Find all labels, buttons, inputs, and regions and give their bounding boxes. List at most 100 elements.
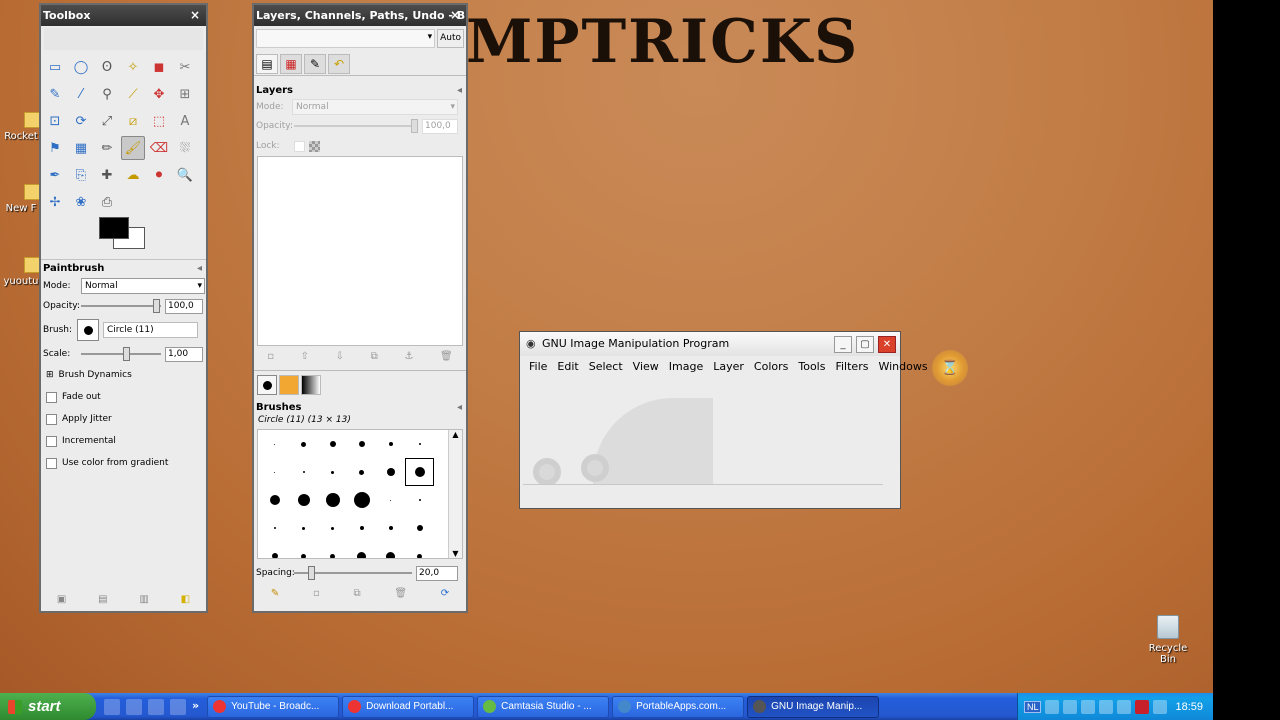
spacing-slider[interactable] [294, 566, 412, 580]
slider-knob[interactable] [123, 347, 130, 361]
close-icon[interactable]: × [448, 8, 462, 22]
opacity-slider[interactable] [81, 299, 161, 313]
apply-jitter-checkbox[interactable] [46, 413, 57, 425]
image-select[interactable] [256, 28, 436, 48]
bucket-fill-icon[interactable]: ⚑ [43, 136, 67, 160]
language-indicator[interactable]: NL [1023, 700, 1042, 713]
brush-preset[interactable] [318, 542, 347, 558]
taskbar-button[interactable]: Camtasia Studio - ... [477, 695, 610, 718]
tab-undo[interactable]: ↶ [328, 54, 350, 74]
menu-windows[interactable]: Windows [873, 360, 932, 373]
menu-edit[interactable]: Edit [552, 360, 583, 373]
tab-channels[interactable]: ▦ [280, 54, 302, 74]
menu-image[interactable]: Image [664, 360, 708, 373]
brush-preset[interactable] [260, 458, 289, 486]
brush-preset[interactable] [405, 430, 434, 458]
new-layer-icon[interactable]: ▫ [267, 351, 274, 362]
smudge-icon[interactable]: ☁ [121, 163, 145, 187]
new-brush-icon[interactable]: ▫ [313, 588, 320, 599]
perspective-icon[interactable]: ⬚ [147, 109, 171, 133]
edit-brush-icon[interactable]: ✎ [271, 588, 279, 599]
brush-preset[interactable] [260, 514, 289, 542]
brush-preset[interactable] [405, 458, 434, 486]
keyboard-icon[interactable] [1045, 699, 1060, 714]
media-icon[interactable] [170, 698, 186, 715]
color-select-icon[interactable]: ◼ [147, 55, 171, 79]
close-icon[interactable]: × [188, 8, 202, 22]
brush-preset[interactable] [376, 542, 405, 558]
brush-preset[interactable] [376, 458, 405, 486]
brush-preset[interactable] [318, 486, 347, 514]
menu-tools[interactable]: Tools [793, 360, 830, 373]
brush-preset[interactable] [405, 542, 434, 558]
zoom-icon[interactable]: ⚲ [95, 82, 119, 106]
gimp-titlebar[interactable]: ◉ GNU Image Manipulation Program _ ▢ ✕ [520, 332, 900, 356]
eraser-icon[interactable]: ⌫ [147, 136, 171, 160]
menu-view[interactable]: View [628, 360, 664, 373]
menu-filters[interactable]: Filters [830, 360, 873, 373]
auto-button[interactable]: Auto [437, 28, 464, 48]
lock-alpha-icon[interactable] [309, 140, 320, 152]
brush-preset[interactable] [289, 486, 318, 514]
ink-icon[interactable]: ✒ [43, 163, 67, 187]
slider-knob[interactable] [153, 299, 160, 313]
chrome-tray-icon[interactable] [1063, 699, 1078, 714]
security-icon[interactable] [1117, 699, 1132, 714]
brush-preset[interactable] [260, 486, 289, 514]
desktop-icon-rocket[interactable]: Rocket [0, 112, 44, 142]
duplicate-brush-icon[interactable]: ⧉ [353, 588, 360, 599]
brush-preset[interactable] [289, 542, 318, 558]
save-preset-icon[interactable]: ▣ [57, 594, 66, 605]
move-icon[interactable]: ✥ [147, 82, 171, 106]
brush-preset[interactable] [318, 514, 347, 542]
layers-dock-titlebar[interactable]: Layers, Channels, Paths, Undo - Bru... × [254, 5, 466, 26]
measure-icon[interactable]: ⟋ [121, 82, 145, 106]
taskbar-button[interactable]: PortableApps.com... [612, 695, 745, 718]
brush-preset[interactable] [347, 430, 376, 458]
cage-icon[interactable]: ❀ [69, 190, 93, 214]
ie-icon[interactable] [126, 698, 142, 715]
flip-icon[interactable]: ✢ [43, 190, 67, 214]
minimize-button[interactable]: _ [834, 336, 852, 353]
brush-preset[interactable] [405, 486, 434, 514]
heal-icon[interactable]: ✚ [95, 163, 119, 187]
paintbrush-icon[interactable]: 🖌 [121, 136, 145, 160]
refresh-brushes-icon[interactable]: ⟳ [441, 588, 449, 599]
delete-brush-icon[interactable]: 🗑 [394, 588, 407, 599]
rect-select-icon[interactable]: ▭ [43, 55, 67, 79]
apply-jitter-option[interactable]: Apply Jitter [41, 408, 206, 430]
blend-icon[interactable]: ▦ [69, 136, 93, 160]
brush-preset[interactable] [289, 458, 318, 486]
lasso-icon[interactable]: ʘ [95, 55, 119, 79]
anchor-layer-icon[interactable]: ⚓ [404, 351, 413, 362]
brush-name-field[interactable]: Circle (11) [103, 322, 198, 338]
layer-opacity-spin[interactable]: 100,0 [422, 118, 458, 134]
desktop-icon-youtube[interactable]: yuoutu [0, 257, 44, 287]
brush-preset[interactable] [289, 430, 318, 458]
airbrush-icon[interactable]: ⛆ [173, 136, 197, 160]
delete-layer-icon[interactable]: 🗑 [440, 351, 453, 362]
shear-icon[interactable]: ⧄ [121, 109, 145, 133]
brush-preset[interactable] [260, 430, 289, 458]
brush-preset[interactable] [318, 458, 347, 486]
opacity-spin[interactable]: 100,0 [165, 298, 203, 314]
mode-select[interactable]: Normal [81, 278, 205, 294]
desktop-icon-new-folder[interactable]: New F [0, 184, 44, 214]
taskbar-button[interactable]: Download Portabl... [342, 695, 475, 718]
foreground-color-swatch[interactable] [99, 217, 129, 239]
brush-scrollbar[interactable]: ▲ ▼ [448, 430, 462, 558]
maximize-button[interactable]: ▢ [856, 336, 874, 353]
brush-preset[interactable] [289, 514, 318, 542]
brush-grid-panel[interactable]: ▲ ▼ [257, 429, 463, 559]
scroll-down-icon[interactable]: ▼ [449, 549, 462, 558]
brush-dynamics-expander[interactable]: ⊞ Brush Dynamics [41, 364, 206, 386]
lower-layer-icon[interactable]: ⇩ [336, 351, 344, 362]
brush-preset[interactable] [347, 458, 376, 486]
antivirus-icon[interactable] [1135, 699, 1150, 714]
menu-file[interactable]: File [524, 360, 552, 373]
volume-icon[interactable] [1099, 699, 1114, 714]
incremental-option[interactable]: Incremental [41, 430, 206, 452]
update-icon[interactable] [1153, 699, 1168, 714]
fade-out-option[interactable]: Fade out [41, 386, 206, 408]
layer-mode-select[interactable]: Normal [292, 99, 458, 115]
